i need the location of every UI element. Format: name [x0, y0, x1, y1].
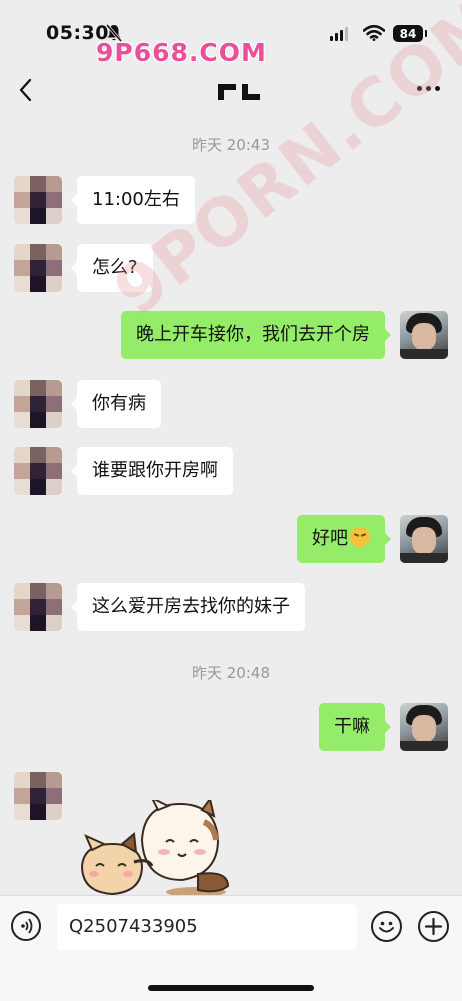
- plus-icon: [424, 917, 443, 936]
- contact-avatar-pixelated[interactable]: [14, 772, 62, 820]
- voice-wave-icon: [21, 918, 33, 934]
- back-chevron-icon[interactable]: [16, 76, 36, 104]
- smiley-icon: [379, 921, 394, 933]
- my-avatar[interactable]: [400, 311, 448, 359]
- message-bubble[interactable]: 你有病: [71, 380, 161, 428]
- voice-input-button[interactable]: [11, 911, 41, 941]
- message-bubble-outgoing[interactable]: 干嘛: [319, 703, 391, 751]
- emoji-button[interactable]: [371, 911, 402, 942]
- message-input[interactable]: Q2507433905: [57, 904, 357, 950]
- watermark-logo: 9P668.COM: [96, 38, 267, 67]
- contact-avatar-pixelated[interactable]: [14, 447, 62, 495]
- contact-avatar-pixelated[interactable]: [14, 380, 62, 428]
- disappointed-face-icon: [350, 527, 370, 547]
- contact-avatar-pixelated[interactable]: [14, 583, 62, 631]
- cartoon-cats-sticker[interactable]: [78, 800, 238, 896]
- wifi-icon: [363, 25, 385, 41]
- home-indicator[interactable]: [148, 985, 314, 991]
- my-avatar[interactable]: [400, 703, 448, 751]
- contact-name-redacted: [218, 84, 260, 100]
- timestamp: 昨天 20:48: [192, 664, 270, 682]
- more-functions-button[interactable]: [418, 911, 449, 942]
- message-bubble[interactable]: 这么爱开房去找你的妹子: [71, 583, 305, 631]
- contact-avatar-pixelated[interactable]: [14, 244, 62, 292]
- message-bubble[interactable]: 谁要跟你开房啊: [71, 447, 233, 495]
- message-text: 好吧: [312, 528, 348, 549]
- cellular-signal-icon: [330, 27, 348, 41]
- message-bubble-outgoing[interactable]: 好吧: [297, 515, 391, 563]
- my-avatar[interactable]: [400, 515, 448, 563]
- chat-input-bar: Q2507433905: [0, 895, 462, 1001]
- contact-avatar-pixelated[interactable]: [14, 176, 62, 224]
